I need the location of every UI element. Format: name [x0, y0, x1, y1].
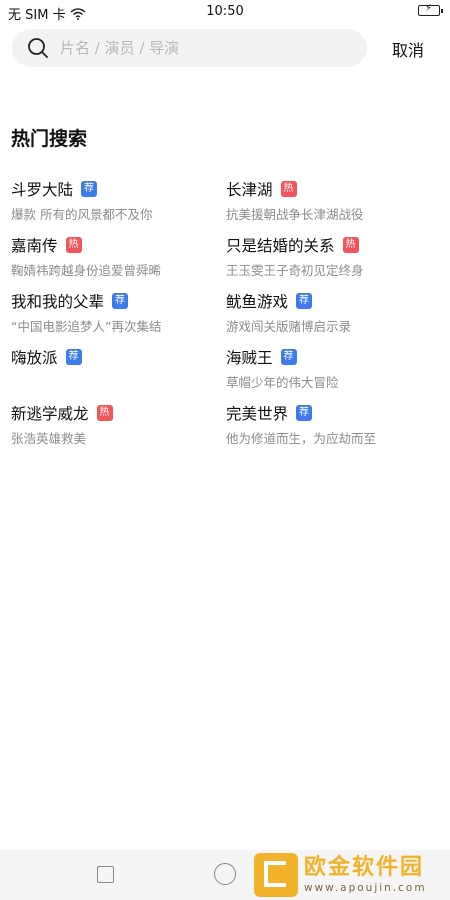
- hot-badge: 热: [280, 181, 297, 197]
- hot-search-item-title: 海贼王: [226, 349, 273, 367]
- hot-search-item-header: 嘉南传热: [11, 234, 226, 256]
- recommend-badge: 荐: [81, 181, 98, 197]
- hot-search-item-header: 完美世界荐: [226, 402, 441, 424]
- hot-search-item-subtitle: “中国电影追梦人”再次集结: [11, 319, 162, 334]
- hot-search-item[interactable]: 新逃学威龙热张浩英雄救美: [11, 402, 226, 458]
- hot-search-item-subtitle: 草帽少年的伟大冒险: [226, 375, 339, 390]
- hot-search-item-title: 鱿鱼游戏: [226, 293, 289, 311]
- hot-search-item-header: 我和我的父辈荐: [11, 290, 226, 312]
- battery-charging-icon: ⚡: [418, 3, 443, 16]
- watermark-text: 欧金软件园 www.apoujin.com: [304, 855, 427, 895]
- home-button[interactable]: [214, 863, 236, 885]
- hot-search-item-title: 斗罗大陆: [11, 181, 74, 199]
- hot-search-item-subtitle: 游戏闯关版赌博启示录: [226, 319, 352, 334]
- hot-search-item-title: 新逃学威龙: [11, 405, 89, 423]
- hot-search-item-header: 嗨放派荐: [11, 346, 226, 368]
- hot-search-item-subtitle: 抗美援朝战争长津湖战役: [226, 207, 364, 222]
- watermark-name: 欧金软件园: [304, 855, 425, 880]
- hot-badge: 热: [342, 237, 359, 253]
- hot-search-item-subtitle: 爆款 所有的风景都不及你: [11, 207, 153, 222]
- hot-search-item-header: 斗罗大陆荐: [11, 178, 226, 200]
- hot-search-item[interactable]: 海贼王荐草帽少年的伟大冒险: [226, 346, 441, 402]
- cancel-button[interactable]: 取消: [392, 37, 424, 61]
- search-icon: [27, 37, 49, 63]
- hot-search-item[interactable]: 我和我的父辈荐 “中国电影追梦人”再次集结: [11, 290, 226, 346]
- hot-search-item-header: 只是结婚的关系热: [226, 234, 441, 256]
- recommend-badge: 荐: [280, 349, 297, 365]
- hot-search-list: 斗罗大陆荐爆款 所有的风景都不及你 长津湖热抗美援朝战争长津湖战役 嘉南传热鞠婧祎跨…: [11, 178, 441, 458]
- status-time: 10:50: [206, 4, 244, 19]
- recommend-badge: 荐: [65, 349, 82, 365]
- search-row: 取消: [12, 29, 442, 67]
- section-title-hot-search: 热门搜索: [11, 128, 88, 150]
- hot-search-item-subtitle: 他为修道而生，为应劫而至: [226, 431, 377, 446]
- hot-search-item[interactable]: 只是结婚的关系热王玉雯王子奇初见定终身: [226, 234, 441, 290]
- hot-search-item-header: 新逃学威龙热: [11, 402, 226, 424]
- hot-search-item-header: 海贼王荐: [226, 346, 441, 368]
- hot-search-item[interactable]: 长津湖热抗美援朝战争长津湖战役: [226, 178, 441, 234]
- hot-search-item-header: 长津湖热: [226, 178, 441, 200]
- hot-search-item-title: 我和我的父辈: [11, 293, 105, 311]
- status-bar: 无 SIM 卡 10:50 ⚡: [0, 0, 450, 24]
- watermark-url: www.apoujin.com: [304, 882, 427, 894]
- recent-apps-button[interactable]: [97, 866, 114, 883]
- hot-search-item-title: 完美世界: [226, 405, 289, 423]
- hot-search-item-title: 嗨放派: [11, 349, 58, 367]
- watermark-logo: [254, 853, 298, 897]
- recommend-badge: 荐: [296, 293, 313, 309]
- hot-search-item-subtitle: 张浩英雄救美: [11, 431, 87, 446]
- hot-badge: 热: [96, 405, 113, 421]
- recommend-badge: 荐: [112, 293, 129, 309]
- hot-search-item-title: 只是结婚的关系: [226, 237, 335, 255]
- hot-search-item-subtitle: 鞠婧祎跨越身份追爱曾舜晞: [11, 263, 162, 278]
- hot-search-item-title: 嘉南传: [11, 237, 58, 255]
- hot-badge: 热: [65, 237, 82, 253]
- recommend-badge: 荐: [296, 405, 313, 421]
- hot-search-item-title: 长津湖: [226, 181, 273, 199]
- hot-search-item-header: 鱿鱼游戏荐: [226, 290, 441, 312]
- hot-search-item[interactable]: 完美世界荐他为修道而生，为应劫而至: [226, 402, 441, 458]
- search-input[interactable]: [60, 29, 350, 67]
- hot-search-item[interactable]: 鱿鱼游戏荐游戏闯关版赌博启示录: [226, 290, 441, 346]
- hot-search-item-subtitle: 王玉雯王子奇初见定终身: [226, 263, 364, 278]
- search-box[interactable]: [12, 29, 367, 67]
- hot-search-item[interactable]: 嘉南传热鞠婧祎跨越身份追爱曾舜晞: [11, 234, 226, 290]
- watermark: 欧金软件园 www.apoujin.com: [254, 852, 446, 898]
- hot-search-item[interactable]: 嗨放派荐: [11, 346, 226, 402]
- bolt-icon: ⚡: [425, 3, 433, 14]
- hot-search-item[interactable]: 斗罗大陆荐爆款 所有的风景都不及你: [11, 178, 226, 234]
